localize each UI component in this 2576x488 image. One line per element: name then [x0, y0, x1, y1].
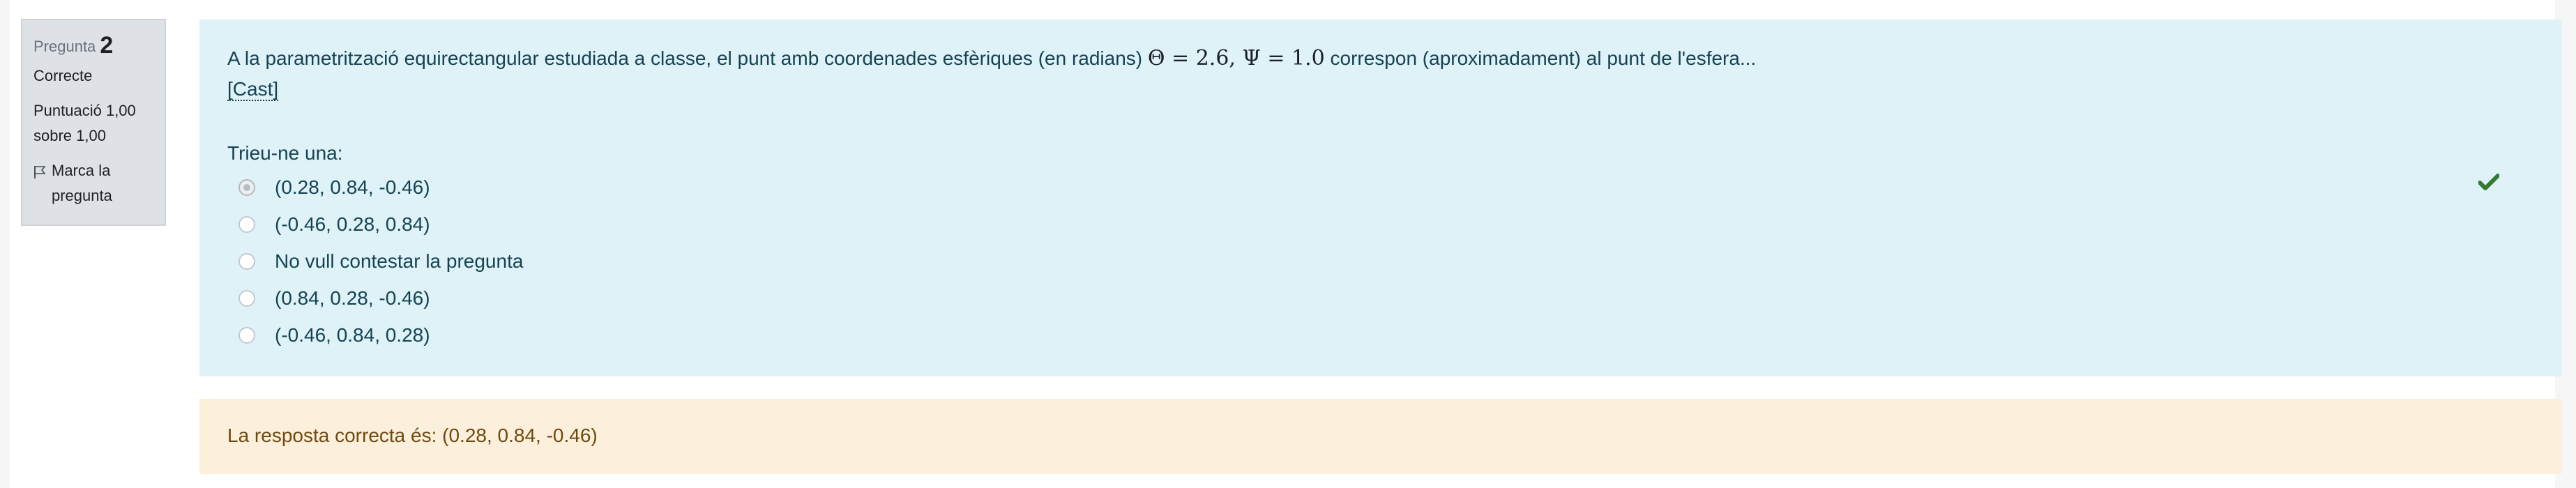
- flag-icon: [34, 166, 46, 178]
- question-text: A la parametrització equirectangular est…: [227, 43, 2534, 105]
- question-label: Pregunta: [33, 38, 96, 55]
- question-number-row: Pregunta 2: [33, 33, 165, 59]
- answer-option[interactable]: (-0.46, 0.84, 0.28): [227, 317, 2534, 353]
- answer-label: (-0.46, 0.28, 0.84): [275, 213, 430, 235]
- math-theta-symbol: Θ: [1147, 46, 1165, 70]
- grade-line-2: sobre 1,00: [33, 127, 106, 144]
- cast-link[interactable]: [Cast]: [227, 79, 279, 101]
- page: Pregunta 2 Correcte Puntuació 1,00 sobre…: [10, 0, 2562, 488]
- answer-option[interactable]: (-0.46, 0.28, 0.84): [227, 206, 2534, 243]
- answer-label: (0.84, 0.28, -0.46): [275, 287, 430, 309]
- flag-question-link[interactable]: Marca la pregunta: [33, 158, 165, 208]
- answer-option[interactable]: (0.28, 0.84, -0.46): [227, 169, 2534, 206]
- flag-label-line-2: pregunta: [52, 187, 112, 204]
- question-text-before: A la parametrització equirectangular est…: [227, 47, 1148, 69]
- question-content: A la parametrització equirectangular est…: [199, 20, 2562, 376]
- answer-list: (0.28, 0.84, -0.46) (-0.46, 0.28, 0.84) …: [227, 169, 2534, 353]
- math-theta-value: = 2.6,: [1165, 46, 1243, 70]
- radio[interactable]: [238, 326, 255, 344]
- answer-label: No vull contestar la pregunta: [275, 250, 524, 272]
- question-status: Correcte: [33, 67, 93, 84]
- flag-label-line-1: Marca la: [52, 162, 111, 179]
- answer-prompt: Trieu-ne una:: [227, 142, 343, 164]
- flag-label: Marca la pregunta: [52, 158, 112, 208]
- correct-answer-feedback: La resposta correcta és: (0.28, 0.84, -0…: [199, 399, 2562, 474]
- answer-option[interactable]: No vull contestar la pregunta: [227, 243, 2534, 280]
- answer-option[interactable]: (0.84, 0.28, -0.46): [227, 280, 2534, 317]
- question-grade: Puntuació 1,00 sobre 1,00: [33, 98, 165, 148]
- grade-line-1: Puntuació 1,00: [33, 102, 136, 119]
- question-info-panel: Pregunta 2 Correcte Puntuació 1,00 sobre…: [21, 19, 166, 226]
- feedback-text: La resposta correcta és: (0.28, 0.84, -0…: [227, 425, 598, 446]
- question-text-after: correspon (aproximadament) al punt de l'…: [1324, 47, 1757, 69]
- radio[interactable]: [238, 289, 255, 307]
- math-psi-symbol: Ψ: [1242, 46, 1261, 70]
- answer-label: (-0.46, 0.84, 0.28): [275, 323, 430, 346]
- math-psi-value: = 1.0: [1260, 46, 1325, 70]
- radio[interactable]: [238, 215, 255, 233]
- math-expression: Θ = 2.6, Ψ = 1.0: [1148, 46, 1325, 70]
- radio-selected[interactable]: [238, 178, 255, 196]
- question-number: 2: [100, 32, 114, 59]
- radio[interactable]: [238, 252, 255, 270]
- answer-label: (0.28, 0.84, -0.46): [275, 176, 430, 198]
- check-icon: [2478, 173, 2500, 195]
